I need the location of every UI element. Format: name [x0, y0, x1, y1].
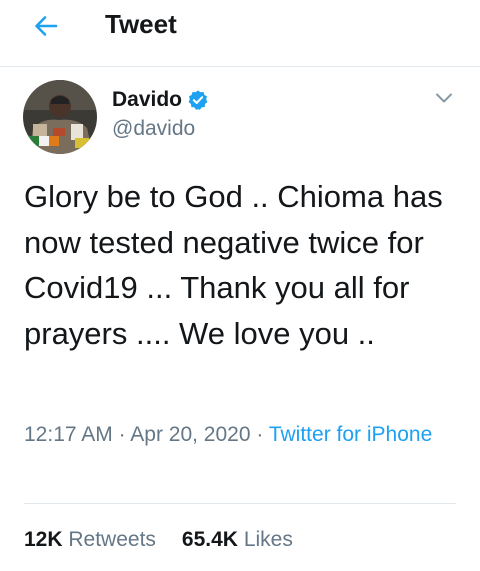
arrow-left-icon: [35, 16, 58, 36]
tweet-meta: 12:17 AM · Apr 20, 2020 · Twitter for iP…: [24, 420, 444, 450]
top-bar: Tweet: [0, 0, 480, 67]
tweet-stats: 12K Retweets 65.4K Likes: [24, 526, 293, 554]
divider: [24, 503, 456, 504]
back-button[interactable]: [30, 10, 62, 42]
likes-count: 65.4K: [181, 528, 238, 551]
author-name[interactable]: Davido: [112, 87, 182, 113]
page-title: Tweet: [105, 9, 177, 39]
verified-badge-icon: [188, 90, 208, 110]
author-name-row: Davido: [112, 86, 209, 114]
chevron-down-icon: [436, 93, 452, 103]
tweet-time: 12:17 AM: [24, 423, 113, 446]
avatar[interactable]: [23, 80, 97, 154]
retweets-stat[interactable]: 12K Retweets: [24, 528, 156, 551]
author-handle[interactable]: @davido: [112, 116, 195, 142]
retweets-label: Retweets: [68, 528, 156, 551]
likes-stat[interactable]: 65.4K Likes: [182, 528, 293, 551]
meta-separator: ·: [256, 423, 264, 446]
tweet-text: Glory be to God .. Chioma has now tested…: [24, 179, 443, 351]
likes-label: Likes: [243, 528, 293, 551]
profile-photo: [23, 80, 97, 154]
meta-separator: ·: [118, 423, 126, 446]
tweet-source-link[interactable]: Twitter for iPhone: [269, 423, 432, 446]
retweets-count: 12K: [24, 528, 63, 551]
tweet-date: Apr 20, 2020: [130, 423, 251, 446]
tweet-options-button[interactable]: [432, 86, 456, 110]
